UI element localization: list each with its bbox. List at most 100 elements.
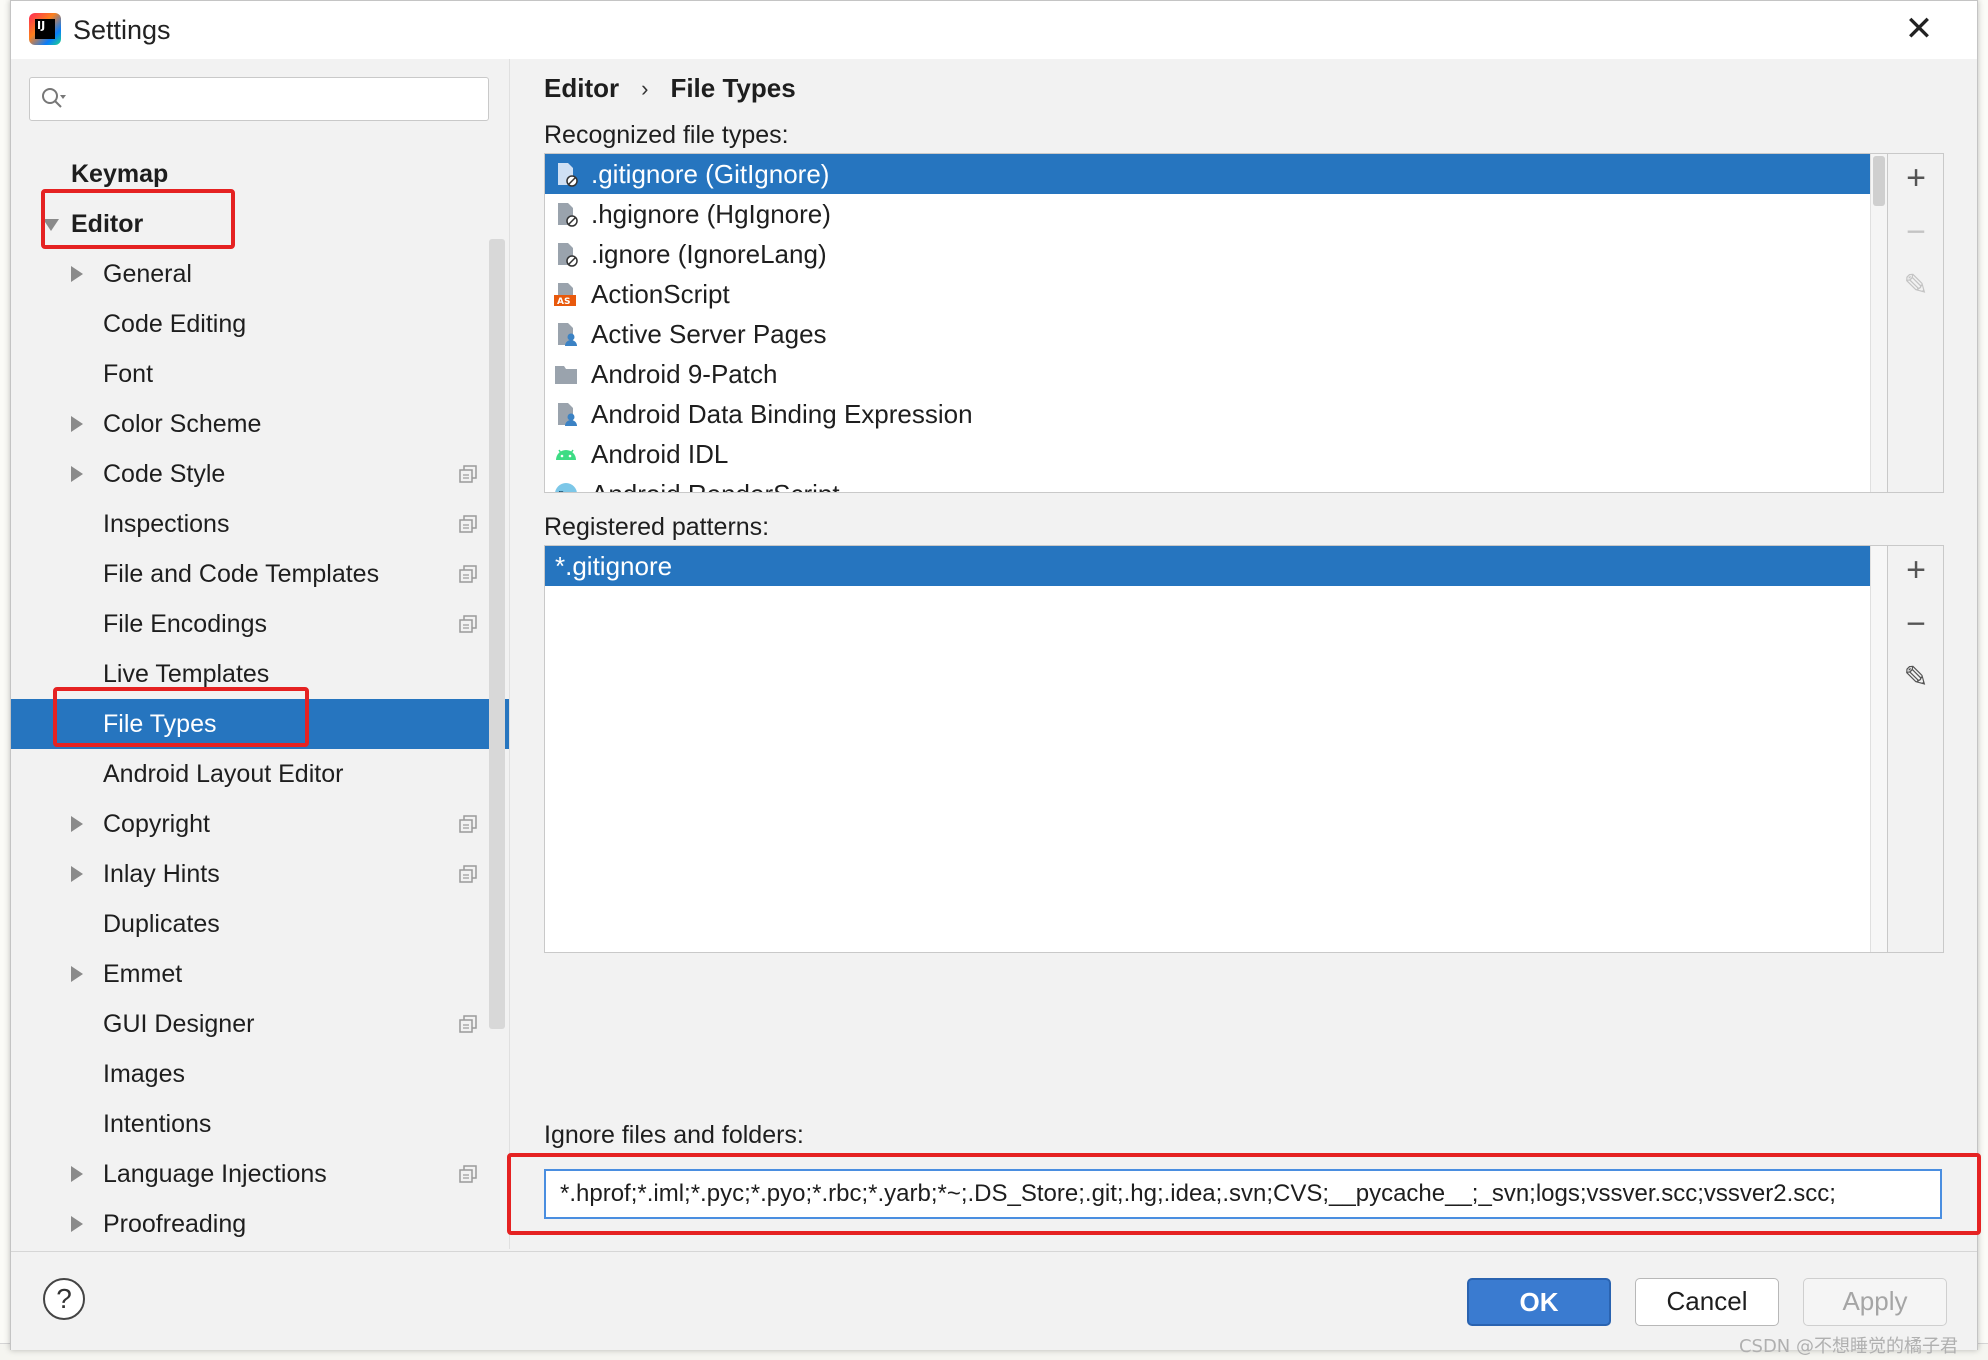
file-type-row[interactable]: .hgignore (HgIgnore)	[545, 194, 1887, 234]
sidebar-item-inspections[interactable]: Inspections	[11, 499, 509, 549]
sidebar-item-editor[interactable]: Editor	[11, 199, 509, 249]
remove-file-type-button[interactable]: −	[1896, 212, 1936, 252]
remove-pattern-button[interactable]: −	[1896, 604, 1936, 644]
project-scope-icon	[459, 815, 477, 833]
sidebar-item-keymap[interactable]: Keymap	[11, 149, 509, 199]
recognized-types-list[interactable]: .gitignore (GitIgnore) .hgignore (HgIgnor…	[544, 153, 1888, 493]
registered-patterns-list[interactable]: *.gitignore	[544, 545, 1888, 953]
project-scope-icon	[459, 565, 477, 583]
sidebar-item-code-style[interactable]: Code Style	[11, 449, 509, 499]
file-type-row[interactable]: AS ActionScript	[545, 274, 1887, 314]
dialog-footer: ? OK Cancel Apply	[11, 1251, 1977, 1350]
breadcrumb-current: File Types	[670, 73, 796, 103]
ok-button[interactable]: OK	[1467, 1278, 1611, 1326]
file-type-icon	[558, 323, 577, 346]
watermark: CSDN @不想睡觉的橘子君	[1738, 1336, 1958, 1357]
sidebar-item-proofreading[interactable]: Proofreading	[11, 1199, 509, 1249]
renderscript-icon: Rs	[555, 483, 577, 493]
sidebar-item-label: File Encodings	[103, 610, 267, 638]
breadcrumb-parent[interactable]: Editor	[544, 73, 619, 104]
sidebar-item-label: File Types	[103, 710, 217, 738]
svg-text:AS: AS	[557, 297, 570, 307]
expand-arrow-icon[interactable]	[71, 1166, 83, 1182]
search-icon	[42, 88, 66, 108]
sidebar-item-inlay-hints[interactable]: Inlay Hints	[11, 849, 509, 899]
file-type-label: Android RenderScript	[591, 474, 840, 492]
sidebar-item-language-injections[interactable]: Language Injections	[11, 1149, 509, 1199]
sidebar-item-gui-designer[interactable]: GUI Designer	[11, 999, 509, 1049]
help-icon[interactable]: ?	[43, 1278, 85, 1320]
add-file-type-button[interactable]: +	[1896, 158, 1936, 198]
sidebar-item-images[interactable]: Images	[11, 1049, 509, 1099]
sidebar-item-label: Duplicates	[103, 910, 220, 938]
sidebar-item-font[interactable]: Font	[11, 349, 509, 399]
file-type-row[interactable]: .gitignore (GitIgnore)	[545, 154, 1887, 194]
file-type-label: ActionScript	[591, 279, 730, 309]
file-type-row[interactable]: Android IDL	[545, 434, 1887, 474]
collapse-arrow-icon[interactable]	[43, 219, 59, 231]
title-bar: IJ Settings ✕	[11, 1, 1977, 59]
apply-button[interactable]: Apply	[1803, 1278, 1947, 1326]
file-type-label: .hgignore (HgIgnore)	[591, 199, 831, 229]
sidebar-item-file-encodings[interactable]: File Encodings	[11, 599, 509, 649]
patterns-list-scrollbar[interactable]	[1870, 546, 1887, 952]
ignore-file-icon	[558, 203, 578, 227]
add-pattern-button[interactable]: +	[1896, 550, 1936, 590]
ignore-files-input[interactable]: *.hprof;*.iml;*.pyc;*.pyo;*.rbc;*.yarb;*…	[544, 1169, 1942, 1219]
sidebar-item-color-scheme[interactable]: Color Scheme	[11, 399, 509, 449]
actionscript-icon: AS	[554, 283, 576, 307]
expand-arrow-icon[interactable]	[71, 866, 83, 882]
settings-search-input[interactable]	[29, 77, 489, 121]
svg-text:Rs: Rs	[558, 490, 570, 493]
recognized-list-scrollbar[interactable]	[1870, 154, 1887, 492]
recognized-toolbar: + − ✎	[1888, 153, 1944, 493]
sidebar-item-label: Keymap	[71, 160, 169, 188]
pattern-row[interactable]: *.gitignore	[545, 546, 1887, 586]
expand-arrow-icon[interactable]	[71, 966, 83, 982]
recognized-types-label: Recognized file types:	[544, 121, 789, 149]
file-type-row[interactable]: Android Data Binding Expression	[545, 394, 1887, 434]
sidebar-item-label: Color Scheme	[103, 410, 262, 438]
sidebar-item-label: Copyright	[103, 810, 210, 838]
sidebar-item-label: Editor	[71, 210, 144, 238]
sidebar-item-duplicates[interactable]: Duplicates	[11, 899, 509, 949]
file-type-row[interactable]: Rs Android RenderScript	[545, 474, 1887, 493]
expand-arrow-icon[interactable]	[71, 1216, 83, 1232]
sidebar-scrollbar[interactable]	[489, 239, 505, 1029]
pattern-label: *.gitignore	[555, 551, 673, 581]
project-scope-icon	[459, 865, 477, 883]
expand-arrow-icon[interactable]	[71, 466, 83, 482]
file-type-row[interactable]: Active Server Pages	[545, 314, 1887, 354]
file-type-row[interactable]: .ignore (IgnoreLang)	[545, 234, 1887, 274]
sidebar-item-copyright[interactable]: Copyright	[11, 799, 509, 849]
sidebar-item-code-editing[interactable]: Code Editing	[11, 299, 509, 349]
project-scope-icon	[459, 1165, 477, 1183]
sidebar-item-file-types[interactable]: File Types	[11, 699, 509, 749]
sidebar-item-emmet[interactable]: Emmet	[11, 949, 509, 999]
file-type-row[interactable]: Android 9-Patch	[545, 354, 1887, 394]
edit-pattern-button[interactable]: ✎	[1896, 658, 1936, 698]
sidebar-item-intentions[interactable]: Intentions	[11, 1099, 509, 1149]
intellij-logo-icon: IJ	[29, 13, 61, 45]
sidebar-item-live-templates[interactable]: Live Templates	[11, 649, 509, 699]
file-type-label: Active Server Pages	[591, 319, 827, 349]
expand-arrow-icon[interactable]	[71, 416, 83, 432]
expand-arrow-icon[interactable]	[71, 266, 83, 282]
file-type-icon	[558, 403, 577, 426]
registered-patterns-label: Registered patterns:	[544, 513, 770, 541]
sidebar-item-file-and-code-templates[interactable]: File and Code Templates	[11, 549, 509, 599]
cancel-button[interactable]: Cancel	[1635, 1278, 1779, 1326]
sidebar-item-label: File and Code Templates	[103, 560, 380, 588]
close-icon[interactable]: ✕	[1901, 11, 1937, 47]
edit-file-type-button[interactable]: ✎	[1896, 266, 1936, 306]
sidebar-item-label: Live Templates	[103, 660, 270, 688]
sidebar-item-label: Code Style	[103, 460, 226, 488]
sidebar-item-label: Code Editing	[103, 310, 247, 338]
sidebar-item-label: General	[103, 260, 192, 288]
expand-arrow-icon[interactable]	[71, 816, 83, 832]
project-scope-icon	[459, 465, 477, 483]
sidebar-item-label: Inspections	[103, 510, 230, 538]
sidebar-item-android-layout-editor[interactable]: Android Layout Editor	[11, 749, 509, 799]
settings-content: Editor › File Types Recognized file type…	[510, 59, 1977, 1249]
sidebar-item-general[interactable]: General	[11, 249, 509, 299]
